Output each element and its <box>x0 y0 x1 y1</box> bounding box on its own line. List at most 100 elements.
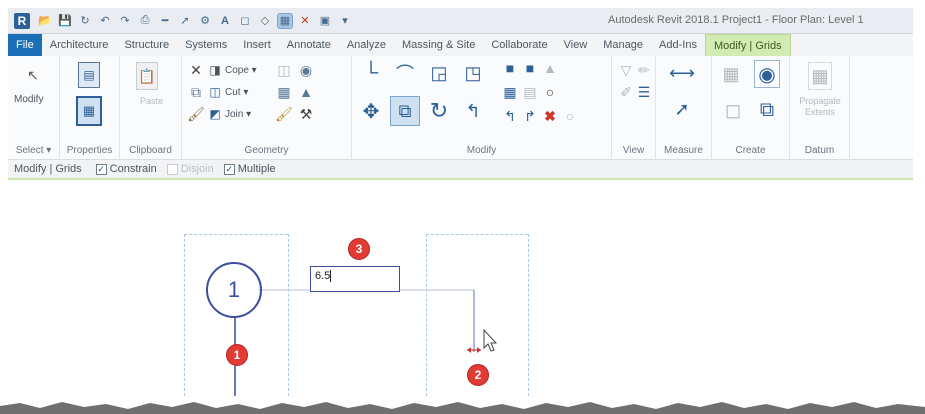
unpin-small-icon[interactable]: ○ <box>562 108 578 124</box>
multiple-checkbox[interactable]: ✓ <box>223 163 235 175</box>
similar-icon[interactable]: ⧉ <box>754 96 780 124</box>
clipboard-panel: 📋 Paste Clipboard <box>120 56 182 160</box>
thin-lines-icon[interactable]: ▦ <box>277 12 293 29</box>
text-icon[interactable]: A <box>218 14 232 28</box>
paste-icon[interactable]: 📋 <box>136 62 158 90</box>
tab-structure[interactable]: Structure <box>116 34 177 56</box>
move-icon[interactable]: ✥ <box>358 98 384 124</box>
options-bar-context: Modify | Grids <box>14 163 82 175</box>
paste-label: Paste <box>140 96 164 106</box>
measure-panel: ⟷ ➚ Measure <box>656 56 712 160</box>
hide-icon[interactable]: ▽ <box>618 62 634 78</box>
grid-bubble[interactable]: 1 <box>206 262 262 318</box>
view-properties-icon[interactable]: ☰ <box>636 84 652 100</box>
aligned-dimension-icon[interactable]: ➚ <box>664 96 700 122</box>
array-icon[interactable]: ▦ <box>502 84 518 100</box>
save-icon[interactable]: 💾 <box>58 14 72 28</box>
rotate-icon[interactable]: ↻ <box>426 98 452 124</box>
pick-icon[interactable]: 🖌 <box>275 106 293 122</box>
customize-qat-icon[interactable]: ▾ <box>338 14 352 28</box>
cut-scissors-icon[interactable]: ✕ <box>188 62 204 78</box>
mirror-axis-icon[interactable]: ◲ <box>426 60 452 86</box>
offset-icon[interactable]: ⌒ <box>392 60 418 86</box>
wall-joins-icon[interactable]: ◫ <box>276 62 292 78</box>
demolish-icon[interactable]: ▲ <box>298 84 314 100</box>
measure-icon[interactable]: ━ <box>158 14 172 28</box>
trim-extend-icon[interactable]: ↰ <box>460 98 486 124</box>
tab-massing-site[interactable]: Massing & Site <box>394 34 483 56</box>
geometry-panel-label: Geometry <box>244 145 289 156</box>
temp-dimension-input[interactable]: 6.5 <box>310 266 400 292</box>
tab-file[interactable]: File <box>8 34 42 56</box>
ribbon: ↖ Modify Select ▾ ▤ ▦ Properties 📋 Paste… <box>8 56 913 160</box>
properties-panel-label: Properties <box>66 145 113 156</box>
tag-icon[interactable]: ⚙ <box>198 14 212 28</box>
undo-icon[interactable]: ↶ <box>98 14 112 28</box>
mirror-draw-icon[interactable]: ◳ <box>460 60 486 86</box>
tab-modify-grids[interactable]: Modify | Grids <box>704 34 791 56</box>
grid-bubble-label: 1 <box>227 277 241 302</box>
scale-icon[interactable]: ▤ <box>522 84 538 100</box>
tab-add-ins[interactable]: Add-Ins <box>651 34 705 56</box>
revit-logo[interactable]: R <box>14 12 30 29</box>
switch-windows-icon[interactable]: ▣ <box>318 14 332 28</box>
trim-single-icon[interactable]: ↰ <box>502 108 518 124</box>
linework-icon[interactable]: ✏ <box>636 62 652 78</box>
tab-analyze[interactable]: Analyze <box>339 34 394 56</box>
type-properties-icon[interactable]: ▤ <box>78 62 100 88</box>
drawing-canvas[interactable]: 1 6.5 1 2 3 <box>8 182 913 396</box>
constrain-option[interactable]: ✓ Constrain <box>95 163 157 175</box>
close-hidden-icon[interactable]: ✕ <box>298 14 312 28</box>
hammer-icon[interactable]: ⚒ <box>298 106 314 122</box>
modify-button[interactable]: Modify <box>14 94 43 105</box>
geometry-panel: ✕ ⧉ 🖌 ◨ Cope ▾ ◫ Cut ▾ ◩ Join ▾ ◫ ◉ ▦ ▲ 🖌 ⚒… <box>182 56 352 160</box>
cope-icon: ◨ <box>209 63 221 77</box>
create-group-icon[interactable]: ◉ <box>754 60 780 88</box>
cope-button[interactable]: ◨ Cope ▾ <box>208 63 256 77</box>
dimension-icon[interactable]: ➚ <box>178 14 192 28</box>
ribbon-tabs: File Architecture Structure Systems Inse… <box>8 34 913 56</box>
tab-systems[interactable]: Systems <box>177 34 235 56</box>
copy-elements-icon[interactable]: ⧉ <box>390 96 420 126</box>
section-icon[interactable]: ◇ <box>258 14 272 28</box>
create-assembly-icon[interactable]: ▦ <box>720 62 742 86</box>
tab-view[interactable]: View <box>556 34 596 56</box>
tab-architecture[interactable]: Architecture <box>42 34 117 56</box>
delete-icon[interactable]: ✖ <box>542 108 558 124</box>
cut-button[interactable]: ◫ Cut ▾ <box>208 85 248 99</box>
disjoin-label: Disjoin <box>180 163 214 175</box>
print-icon[interactable]: ⎙ <box>138 14 152 28</box>
split-icon[interactable]: ■ <box>502 60 518 76</box>
sync-icon[interactable]: ↻ <box>78 14 92 28</box>
properties-icon[interactable]: ▦ <box>76 96 102 126</box>
copy-icon[interactable]: ⧉ <box>188 84 204 100</box>
align-icon[interactable]: └ <box>358 60 384 86</box>
measure-between-icon[interactable]: ⟷ <box>664 62 700 84</box>
modify-panel: └ ⌒ ◲ ◳ ✥ ⧉ ↻ ↰ ■ ■ ▲ ▦ ▤ ○ ↰ ↱ ✖ ○ Modi… <box>352 56 612 160</box>
tab-insert[interactable]: Insert <box>235 34 279 56</box>
callout-badge-1: 1 <box>226 344 248 366</box>
split-gap-icon[interactable]: ■ <box>522 60 538 76</box>
paint-icon[interactable]: ◉ <box>298 62 314 78</box>
unpin-icon[interactable]: ○ <box>542 84 558 100</box>
constrain-label: Constrain <box>109 163 157 175</box>
override-icon[interactable]: ✐ <box>618 84 634 100</box>
select-panel-label[interactable]: Select ▾ <box>8 145 59 156</box>
propagate-extents-icon[interactable]: ▦ <box>808 62 832 90</box>
redo-icon[interactable]: ↷ <box>118 14 132 28</box>
split-face-icon[interactable]: ▦ <box>276 84 292 100</box>
propagate-extents-label: Propagate Extents <box>799 96 841 117</box>
temp-dimension-value: 6.5 <box>315 270 331 282</box>
pin-icon[interactable]: ▲ <box>542 60 558 76</box>
match-type-icon[interactable]: 🖌 <box>187 106 205 122</box>
3d-view-icon[interactable]: ◻ <box>238 14 252 28</box>
join-button[interactable]: ◩ Join ▾ <box>208 107 251 121</box>
multiple-option[interactable]: ✓ Multiple <box>223 163 276 175</box>
constrain-checkbox[interactable]: ✓ <box>95 163 107 175</box>
tab-annotate[interactable]: Annotate <box>279 34 339 56</box>
create-parts-icon[interactable]: ◻ <box>720 96 746 124</box>
trim-multiple-icon[interactable]: ↱ <box>522 108 538 124</box>
tab-manage[interactable]: Manage <box>595 34 651 56</box>
open-icon[interactable]: 📂 <box>38 14 52 28</box>
tab-collaborate[interactable]: Collaborate <box>483 34 555 56</box>
